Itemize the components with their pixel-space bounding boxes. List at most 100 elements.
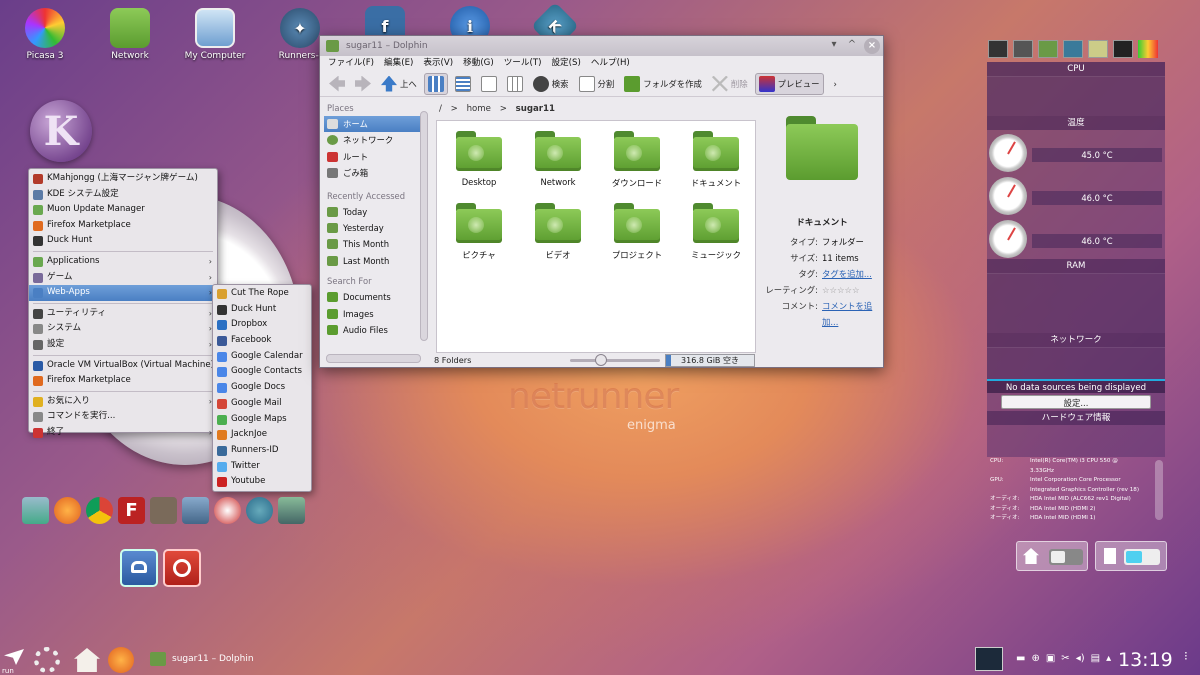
run-launcher-button[interactable]: run (2, 647, 28, 675)
kde-connect-icon[interactable] (246, 497, 273, 524)
signal-bars-icon[interactable] (1138, 40, 1158, 58)
minimize-icon[interactable]: ▾ (827, 38, 841, 52)
window-titlebar[interactable]: sugar11 – Dolphin ▾ ^ × (320, 36, 883, 56)
menu-item[interactable]: Duck Hunt (29, 233, 217, 249)
submenu-item[interactable]: Google Mail (213, 396, 311, 412)
firefox-icon[interactable] (54, 497, 81, 524)
task-dolphin[interactable]: sugar11 – Dolphin (150, 650, 254, 668)
place-home[interactable]: ホーム (324, 116, 424, 133)
zoom-slider-handle[interactable] (595, 354, 607, 366)
menu-item[interactable]: 設定 › (29, 337, 217, 353)
photo-editor-icon[interactable] (278, 497, 305, 524)
network-monitor-icon[interactable] (1063, 40, 1083, 58)
menu-item[interactable]: Muon Update Manager (29, 202, 217, 218)
menu-item[interactable]: Web-Apps › (29, 285, 217, 301)
toolbar-overflow-icon[interactable]: › (834, 79, 837, 89)
details-view-button[interactable] (452, 73, 474, 95)
breadcrumb-home[interactable]: home (467, 104, 491, 114)
close-icon[interactable]: × (864, 38, 880, 54)
folder-item[interactable]: ビデオ (518, 203, 598, 261)
home-icon[interactable] (74, 648, 100, 672)
rating-stars[interactable]: ☆☆☆☆☆ (822, 282, 882, 298)
search-images[interactable]: Images (324, 306, 424, 322)
breadcrumb-current[interactable]: sugar11 (516, 104, 555, 114)
submenu-item[interactable]: Duck Hunt (213, 302, 311, 318)
clock[interactable]: 13:19 (1118, 648, 1173, 672)
recent-this-month[interactable]: This Month (324, 236, 424, 252)
config-button[interactable]: 設定... (1001, 395, 1151, 409)
forward-button[interactable] (352, 73, 374, 95)
submenu-item[interactable]: Facebook (213, 333, 311, 349)
search-documents[interactable]: Documents (324, 289, 424, 305)
folder-item[interactable]: ミュージック (676, 203, 756, 261)
menu-item[interactable]: ゲーム › (29, 270, 217, 286)
add-comment-link[interactable]: コメントを追 (822, 298, 882, 314)
submenu-item[interactable]: Google Contacts (213, 364, 311, 380)
search-audio[interactable]: Audio Files (324, 322, 424, 338)
game-icon[interactable] (214, 497, 241, 524)
menu-view[interactable]: 表示(V) (423, 56, 453, 71)
split-button[interactable]: 分割 (576, 73, 618, 95)
cpu-chip-icon[interactable] (1113, 40, 1133, 58)
submenu-item[interactable]: Google Calendar (213, 349, 311, 365)
place-root[interactable]: ルート (324, 149, 424, 165)
volume-icon[interactable]: ◂) (1076, 653, 1085, 664)
shutdown-button[interactable] (163, 549, 201, 587)
menu-item[interactable]: ユーティリティ › (29, 306, 217, 322)
network-tray-icon[interactable]: ⊕ (1031, 653, 1039, 664)
gimp-icon[interactable] (150, 497, 177, 524)
delete-button[interactable]: 削除 (709, 73, 751, 95)
add-tag-link[interactable]: タグを追加... (822, 266, 882, 282)
folder-item[interactable]: ドキュメント (676, 131, 756, 189)
menu-edit[interactable]: 編集(E) (384, 56, 413, 71)
chrome-icon[interactable] (86, 497, 113, 524)
menu-item[interactable]: KDE システム設定 (29, 187, 217, 203)
settings-gear-icon[interactable] (34, 647, 60, 673)
add-comment-link-cont[interactable]: 加... (822, 314, 882, 330)
menu-item[interactable]: Firefox Marketplace (29, 218, 217, 234)
breadcrumb-root[interactable]: / (439, 104, 442, 114)
folder-item[interactable]: ダウンロード (597, 131, 677, 189)
recent-last-month[interactable]: Last Month (324, 253, 424, 269)
new-folder-button[interactable]: フォルダを作成 (621, 73, 705, 95)
submenu-item[interactable]: Twitter (213, 459, 311, 475)
filezilla-icon[interactable]: F (118, 497, 145, 524)
columns-view-button[interactable] (504, 73, 526, 95)
battery-icon[interactable]: ▬ (1016, 653, 1025, 664)
desktop-icon-my-computer[interactable]: My Computer (175, 8, 255, 61)
system-monitor-icon[interactable] (988, 40, 1008, 58)
menu-file[interactable]: ファイル(F) (328, 56, 374, 71)
place-network[interactable]: ネットワーク (324, 132, 424, 148)
menu-item[interactable]: Applications › (29, 254, 217, 270)
place-trash[interactable]: ごみ箱 (324, 165, 424, 181)
up-button[interactable]: 上へ (378, 73, 420, 95)
folder-item[interactable]: プロジェクト (597, 203, 677, 261)
submenu-item[interactable]: Youtube (213, 474, 311, 490)
ram-chip-icon[interactable] (1038, 40, 1058, 58)
places-hscrollbar[interactable] (326, 354, 421, 363)
menu-settings[interactable]: 設定(S) (551, 56, 580, 71)
remote-desktop-icon[interactable] (182, 497, 209, 524)
firefox-taskbar-icon[interactable] (108, 647, 134, 673)
widget-unlock-toggle[interactable] (1095, 541, 1167, 571)
menu-go[interactable]: 移動(G) (463, 56, 494, 71)
recent-today[interactable]: Today (324, 204, 424, 220)
menu-item[interactable]: KMahjongg (上海マージャン牌ゲーム) (29, 171, 217, 187)
compact-view-button[interactable] (478, 73, 500, 95)
hardware-info-scrollbar[interactable] (1155, 460, 1163, 520)
hard-disk-icon[interactable] (1013, 40, 1033, 58)
klipper-icon[interactable]: ✂ (1061, 653, 1069, 664)
submenu-item[interactable]: Google Docs (213, 380, 311, 396)
menu-item[interactable]: システム › (29, 321, 217, 337)
updates-icon[interactable]: ▤ (1091, 653, 1100, 664)
devices-icon[interactable]: ▣ (1046, 653, 1055, 664)
folder-item[interactable]: Network (518, 131, 598, 187)
icons-view-button[interactable] (423, 72, 448, 95)
menu-item[interactable]: 終了 › (29, 425, 217, 441)
places-scrollbar[interactable] (420, 111, 428, 341)
submenu-item[interactable]: JacknJoe (213, 427, 311, 443)
temperature-icon[interactable] (1088, 40, 1108, 58)
search-button[interactable]: 検索 (530, 73, 572, 95)
tray-expand-icon[interactable]: ▴ (1106, 653, 1111, 664)
back-button[interactable] (326, 73, 348, 95)
